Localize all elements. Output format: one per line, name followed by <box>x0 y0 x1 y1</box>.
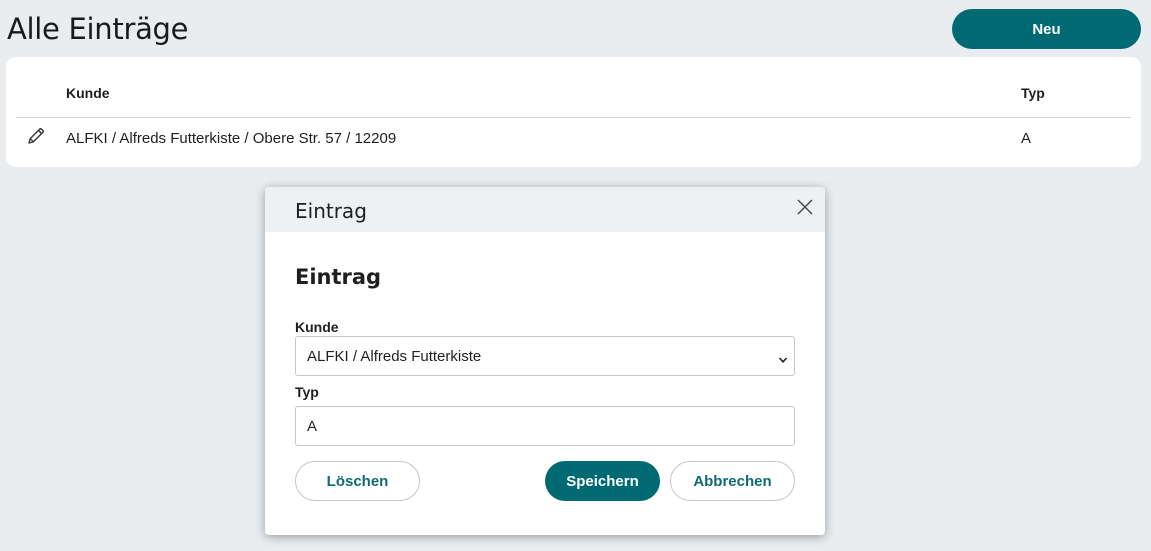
chevron-down-icon <box>778 352 788 363</box>
entries-table: Kunde Typ ALFKI / Alfreds Futterkiste / … <box>6 57 1141 167</box>
page-title: Alle Einträge <box>7 12 189 46</box>
cell-typ: A <box>1021 130 1032 147</box>
table-header: Kunde Typ <box>16 57 1131 118</box>
cell-kunde: ALFKI / Alfreds Futterkiste / Obere Str.… <box>66 130 397 147</box>
page: Alle Einträge Neu Kunde Typ ALFKI / Alfr… <box>0 0 1151 551</box>
dialog-title: Eintrag <box>295 199 367 223</box>
new-button[interactable]: Neu <box>952 9 1141 49</box>
save-button[interactable]: Speichern <box>545 461 660 501</box>
dialog-header: Eintrag <box>265 187 825 232</box>
form-heading: Eintrag <box>295 265 382 289</box>
column-header-kunde: Kunde <box>66 85 110 101</box>
pencil-icon[interactable] <box>26 126 46 146</box>
column-header-typ: Typ <box>1021 85 1045 101</box>
kunde-select[interactable]: ALFKI / Alfreds Futterkiste <box>295 336 795 376</box>
kunde-select-value: ALFKI / Alfreds Futterkiste <box>307 348 482 365</box>
kunde-label: Kunde <box>295 319 339 335</box>
delete-button[interactable]: Löschen <box>295 461 420 501</box>
entry-dialog: Eintrag Eintrag Kunde ALFKI / Alfreds Fu… <box>265 187 825 535</box>
table-row[interactable]: ALFKI / Alfreds Futterkiste / Obere Str.… <box>16 118 1131 158</box>
close-icon[interactable] <box>795 197 815 217</box>
cancel-button[interactable]: Abbrechen <box>670 461 795 501</box>
typ-label: Typ <box>295 384 319 400</box>
typ-input[interactable]: A <box>295 406 795 446</box>
typ-input-value: A <box>307 418 318 435</box>
